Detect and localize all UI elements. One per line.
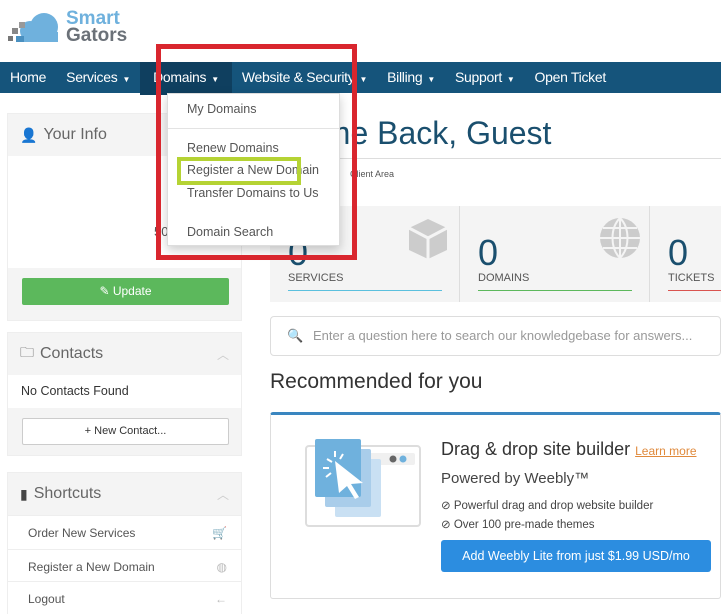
shortcut-register-domain[interactable]: Register a New Domain ◍: [8, 549, 241, 583]
check-circle-icon: ⊘: [441, 519, 451, 531]
user-icon: 👤: [20, 126, 38, 143]
update-button[interactable]: ✎ Update: [22, 278, 229, 305]
knowledgebase-search-input[interactable]: 🔍 Enter a question here to search our kno…: [270, 316, 721, 356]
shortcut-label: Register a New Domain: [28, 560, 155, 574]
stat-tickets[interactable]: 0 TICKETS: [650, 206, 721, 302]
caret-down-icon: ▼: [427, 75, 435, 84]
plus-icon: +: [84, 425, 92, 437]
promo-subtitle: Powered by Weebly™: [441, 470, 590, 487]
check-circle-icon: ⊘: [441, 500, 451, 512]
promo-title: Drag & drop site builder Learn more: [441, 439, 716, 460]
logo[interactable]: Smart Gators: [8, 9, 128, 46]
site-builder-illustration: [305, 439, 421, 527]
contacts-panel: 🗀 Contacts ︿ No Contacts Found + New Conta…: [7, 332, 242, 456]
cloud-logo-icon: [8, 13, 58, 42]
promo-title-text: Drag & drop site builder: [441, 439, 631, 459]
nav-support[interactable]: Support ▼: [445, 62, 525, 95]
stat-domains[interactable]: 0 DOMAINS: [460, 206, 650, 302]
caret-down-icon: ▼: [506, 75, 515, 84]
shortcut-logout[interactable]: Logout ←: [8, 581, 241, 615]
nav-label: Billing: [387, 69, 423, 85]
cart-icon: 🛒: [212, 526, 227, 540]
shortcuts-panel: ▮ Shortcuts ︿ Order New Services 🛒 Register…: [7, 472, 242, 615]
promo-feature: ⊘ Over 100 pre-made themes: [441, 517, 594, 531]
highlight-red-box: [156, 44, 357, 260]
stat-underline: [288, 290, 442, 291]
panel-header: ▮ Shortcuts ︿: [8, 473, 241, 515]
button-label: Update: [112, 284, 152, 298]
bookmark-icon: ▮: [20, 485, 28, 502]
panel-header: 🗀 Contacts ︿: [8, 333, 241, 375]
shortcut-label: Logout: [28, 592, 65, 606]
stat-label: SERVICES: [288, 272, 344, 284]
feature-text: Over 100 pre-made themes: [453, 519, 595, 531]
arrow-left-icon: ←: [215, 592, 227, 606]
nav-label: Services: [66, 69, 118, 85]
pencil-icon: ✎: [99, 284, 110, 298]
nav-home[interactable]: Home: [0, 62, 56, 95]
button-label: New Contact...: [94, 425, 167, 437]
nav-services[interactable]: Services ▼: [56, 62, 140, 95]
recommended-heading: Recommended for you: [270, 370, 483, 393]
stat-value: 0: [668, 232, 689, 273]
cube-icon: [408, 219, 448, 259]
shortcut-label: Order New Services: [28, 526, 136, 540]
stat-value: 0: [478, 232, 499, 273]
stat-label: TICKETS: [668, 272, 715, 284]
stat-underline: [478, 290, 632, 291]
new-contact-button[interactable]: + New Contact...: [22, 418, 229, 445]
learn-more-link[interactable]: Learn more: [635, 444, 696, 458]
add-weebly-button[interactable]: Add Weebly Lite from just $1.99 USD/mo: [441, 540, 711, 572]
weebly-promo-card: Drag & drop site builder Learn more Powe…: [270, 412, 721, 599]
promo-feature: ⊘ Powerful drag and drop website builder: [441, 498, 653, 512]
nav-label: Home: [10, 69, 47, 85]
caret-down-icon: ▼: [359, 75, 368, 84]
nav-open-ticket[interactable]: Open Ticket: [525, 62, 616, 95]
panel-title: Your Info: [43, 126, 107, 143]
highlight-green-box: [177, 157, 301, 185]
stat-underline: [668, 290, 721, 291]
globe-icon: ◍: [216, 560, 227, 574]
nav-label: Support: [454, 69, 502, 85]
stat-label: DOMAINS: [478, 272, 530, 284]
no-contacts-text: No Contacts Found: [8, 375, 241, 408]
brand-line2: Gators: [66, 25, 128, 46]
caret-down-icon: ▼: [122, 75, 131, 84]
shortcut-order-new-services[interactable]: Order New Services 🛒: [8, 515, 241, 549]
panel-title: Shortcuts: [33, 485, 102, 502]
panel-title: Contacts: [40, 345, 104, 362]
main-nav: Home Services ▼ Domains ▼ Website & Securi…: [0, 62, 721, 95]
folder-icon: 🗀: [20, 344, 34, 360]
chevron-up-icon[interactable]: ︿: [217, 486, 229, 503]
nav-billing[interactable]: Billing ▼: [377, 62, 445, 95]
chevron-up-icon[interactable]: ︿: [217, 346, 229, 363]
feature-text: Powerful drag and drop website builder: [453, 500, 654, 512]
search-placeholder: Enter a question here to search our know…: [313, 328, 693, 343]
globe-icon: [600, 217, 640, 259]
search-icon: 🔍: [287, 328, 304, 343]
nav-label: Open Ticket: [534, 69, 607, 85]
